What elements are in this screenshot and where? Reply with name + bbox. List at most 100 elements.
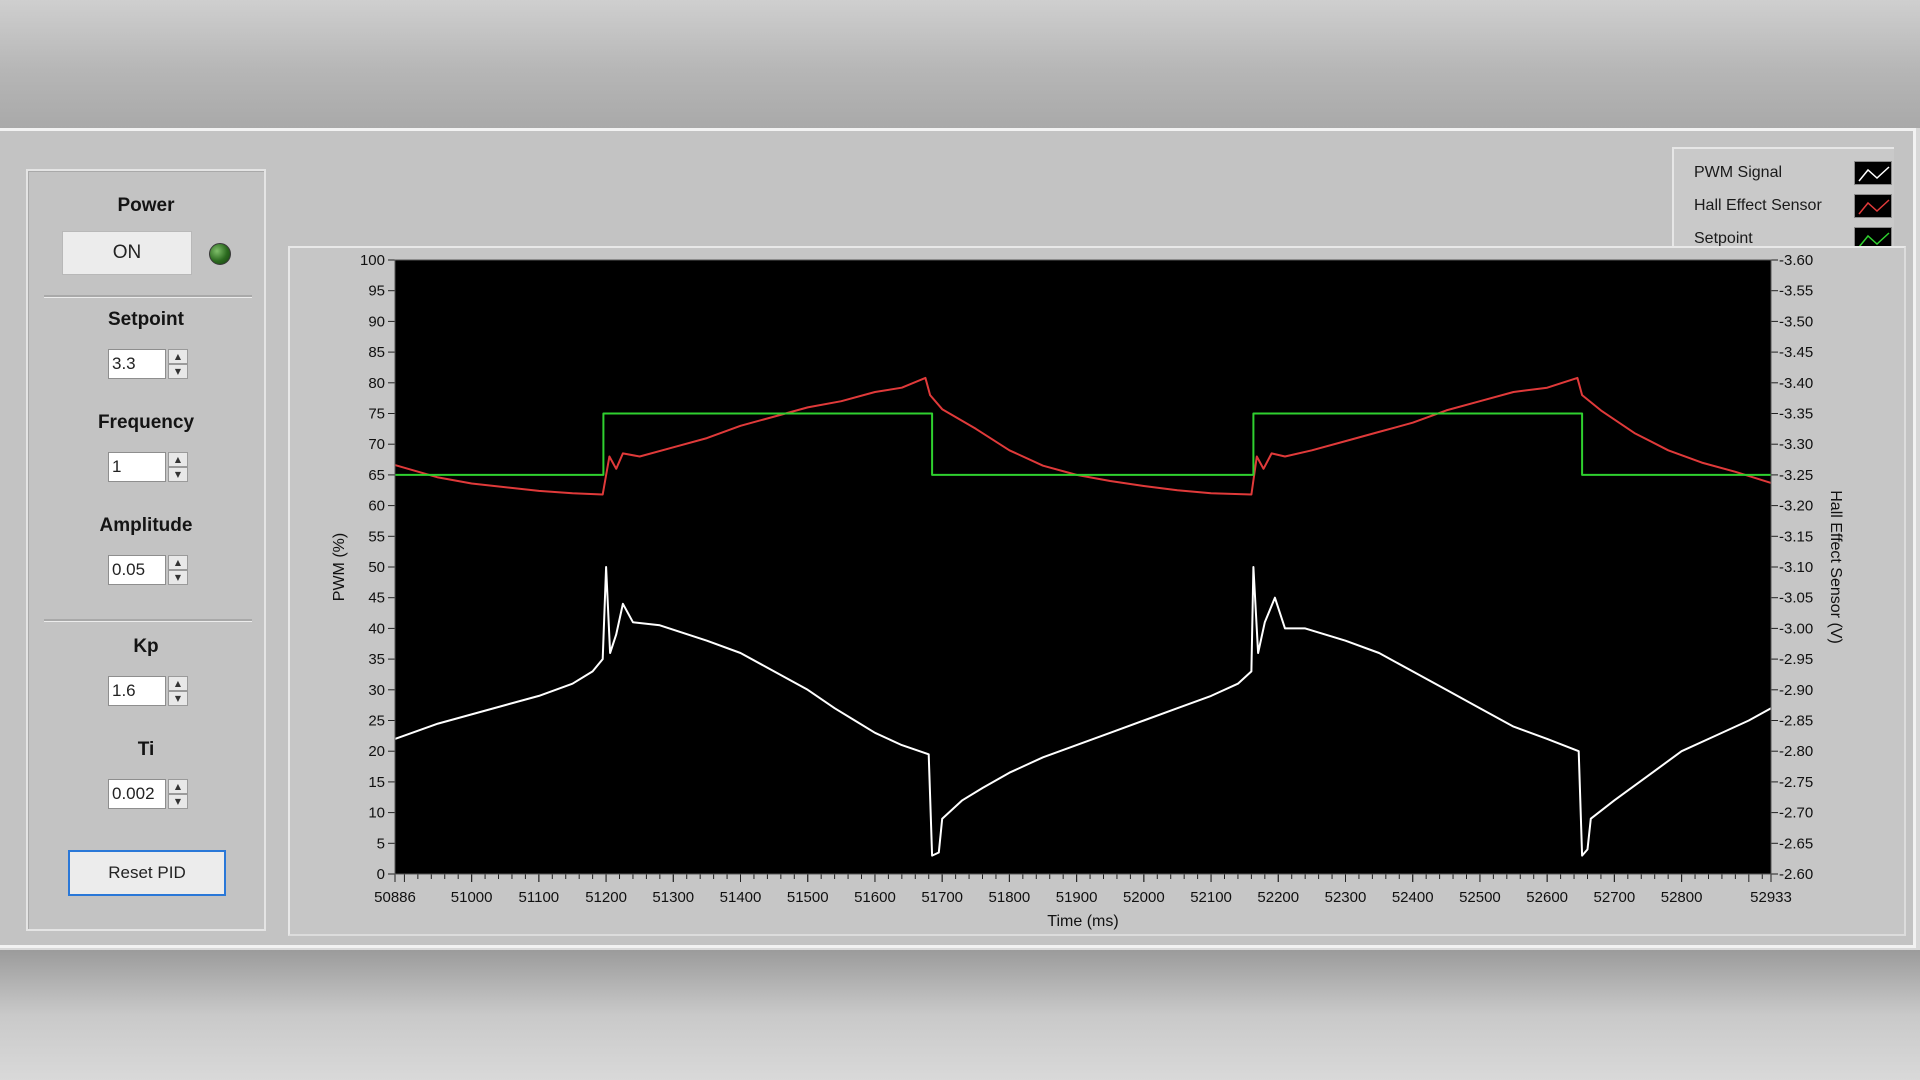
setpoint-decrement-button[interactable]: ▼: [168, 364, 188, 379]
frequency-control: 1 ▲ ▼: [108, 452, 188, 482]
y2-tick-label: -3.00: [1779, 620, 1813, 637]
y2-tick-label: -2.90: [1779, 682, 1813, 699]
triangle-up-icon: ▲: [174, 557, 182, 567]
kp-label: Kp: [133, 636, 159, 657]
legend-item-hall-effect-sensor[interactable]: Hall Effect Sensor: [1694, 194, 1892, 220]
triangle-up-icon: ▲: [174, 678, 182, 688]
x-tick-label: 52200: [1257, 889, 1299, 906]
y-axis-title: PWM (%): [331, 533, 348, 601]
y-tick-label: 35: [368, 651, 385, 668]
y-tick-label: 90: [368, 313, 385, 330]
y-tick-label: 60: [368, 498, 385, 515]
y2-tick-label: -3.05: [1779, 590, 1813, 607]
x-tick-label: 51900: [1056, 889, 1098, 906]
setpoint-increment-button[interactable]: ▲: [168, 349, 188, 364]
setpoint-control: 3.3 ▲ ▼: [108, 349, 188, 379]
triangle-up-icon: ▲: [174, 781, 182, 791]
kp-increment-button[interactable]: ▲: [168, 676, 188, 691]
x-tick-label: 51700: [921, 889, 963, 906]
y-tick-label: 30: [368, 682, 385, 699]
y-tick-label: 0: [377, 866, 385, 883]
setpoint-input[interactable]: 3.3: [108, 349, 166, 379]
frequency-spinner: ▲ ▼: [168, 452, 188, 482]
triangle-down-icon: ▼: [174, 796, 182, 806]
y2-tick-label: -2.70: [1779, 805, 1813, 822]
y2-tick-label: -2.65: [1779, 835, 1813, 852]
plot-legend: PWM Signal Hall Effect Sensor Setpoint: [1672, 147, 1894, 251]
x-tick-label: 51800: [989, 889, 1031, 906]
legend-label: Hall Effect Sensor: [1694, 197, 1822, 214]
power-button[interactable]: ON: [62, 231, 192, 275]
kp-input[interactable]: 1.6: [108, 676, 166, 706]
x-tick-label: 52000: [1123, 889, 1165, 906]
line-style-icon: [1854, 194, 1892, 218]
frequency-label: Frequency: [97, 412, 195, 433]
kp-spinner: ▲ ▼: [168, 676, 188, 706]
y-tick-label: 55: [368, 528, 385, 545]
waveform-chart[interactable]: 0 5 10 15 20 25 30 35 40 45 50 55 60 65 70 75 80 85 90 95 10…: [288, 246, 1906, 936]
triangle-down-icon: ▼: [174, 572, 182, 582]
y2-tick-label: -3.30: [1779, 436, 1813, 453]
control-panel: Power ON Setpoint 3.3 ▲ ▼ Frequency 1 ▲ …: [26, 169, 266, 931]
line-style-icon: [1854, 161, 1892, 185]
legend-item-pwm-signal[interactable]: PWM Signal: [1694, 161, 1892, 187]
y2-tick-label: -3.25: [1779, 467, 1813, 484]
x-axis-title: Time (ms): [1047, 913, 1118, 930]
kp-decrement-button[interactable]: ▼: [168, 691, 188, 706]
y2-tick-label: -2.60: [1779, 866, 1813, 883]
legend-label: PWM Signal: [1694, 164, 1783, 181]
y2-tick-label: -2.75: [1779, 774, 1813, 791]
x-tick-label: 52800: [1661, 889, 1703, 906]
x-tick-label: 52600: [1526, 889, 1568, 906]
x-tick-label: 51000: [451, 889, 493, 906]
y2-tick-label: -3.10: [1779, 559, 1813, 576]
amplitude-input[interactable]: 0.05: [108, 555, 166, 585]
x-tick-label: 51600: [854, 889, 896, 906]
backdrop-bottom: [0, 950, 1920, 1080]
y-tick-label: 5: [377, 835, 385, 852]
x-tick-label: 51200: [585, 889, 627, 906]
frequency-input[interactable]: 1: [108, 452, 166, 482]
kp-control: 1.6 ▲ ▼: [108, 676, 188, 706]
frequency-increment-button[interactable]: ▲: [168, 452, 188, 467]
y-tick-label: 100: [360, 252, 385, 269]
setpoint-label: Setpoint: [108, 309, 184, 330]
power-indicator-led: [209, 243, 231, 265]
y-tick-label: 45: [368, 590, 385, 607]
triangle-down-icon: ▼: [174, 366, 182, 376]
y2-tick-label: -2.95: [1779, 651, 1813, 668]
y-tick-label: 95: [368, 283, 385, 300]
y2-tick-label: -3.45: [1779, 344, 1813, 361]
amplitude-control: 0.05 ▲ ▼: [108, 555, 188, 585]
y-tick-label: 40: [368, 620, 385, 637]
reset-pid-button[interactable]: Reset PID: [68, 850, 226, 896]
ti-decrement-button[interactable]: ▼: [168, 794, 188, 809]
ti-label: Ti: [137, 739, 155, 760]
backdrop-top: [0, 0, 1920, 128]
amplitude-increment-button[interactable]: ▲: [168, 555, 188, 570]
y-tick-label: 85: [368, 344, 385, 361]
y2-tick-label: -3.35: [1779, 406, 1813, 423]
triangle-down-icon: ▼: [174, 469, 182, 479]
x-tick-label: 52700: [1594, 889, 1636, 906]
y2-tick-label: -2.85: [1779, 713, 1813, 730]
amplitude-decrement-button[interactable]: ▼: [168, 570, 188, 585]
frequency-decrement-button[interactable]: ▼: [168, 467, 188, 482]
ti-increment-button[interactable]: ▲: [168, 779, 188, 794]
x-tick-label: 51400: [720, 889, 762, 906]
divider: [44, 619, 252, 622]
amplitude-label: Amplitude: [99, 515, 193, 536]
y-tick-label: 80: [368, 375, 385, 392]
app-window: Power ON Setpoint 3.3 ▲ ▼ Frequency 1 ▲ …: [0, 128, 1916, 948]
x-tick-label: 51500: [787, 889, 829, 906]
x-tick-label: 52400: [1392, 889, 1434, 906]
y-tick-label: 25: [368, 713, 385, 730]
divider: [44, 295, 252, 298]
ti-spinner: ▲ ▼: [168, 779, 188, 809]
power-label: Power: [117, 195, 175, 216]
plot-area: [395, 260, 1771, 874]
ti-input[interactable]: 0.002: [108, 779, 166, 809]
y-tick-label: 20: [368, 743, 385, 760]
y-tick-label: 75: [368, 406, 385, 423]
y2-tick-label: -3.60: [1779, 252, 1813, 269]
